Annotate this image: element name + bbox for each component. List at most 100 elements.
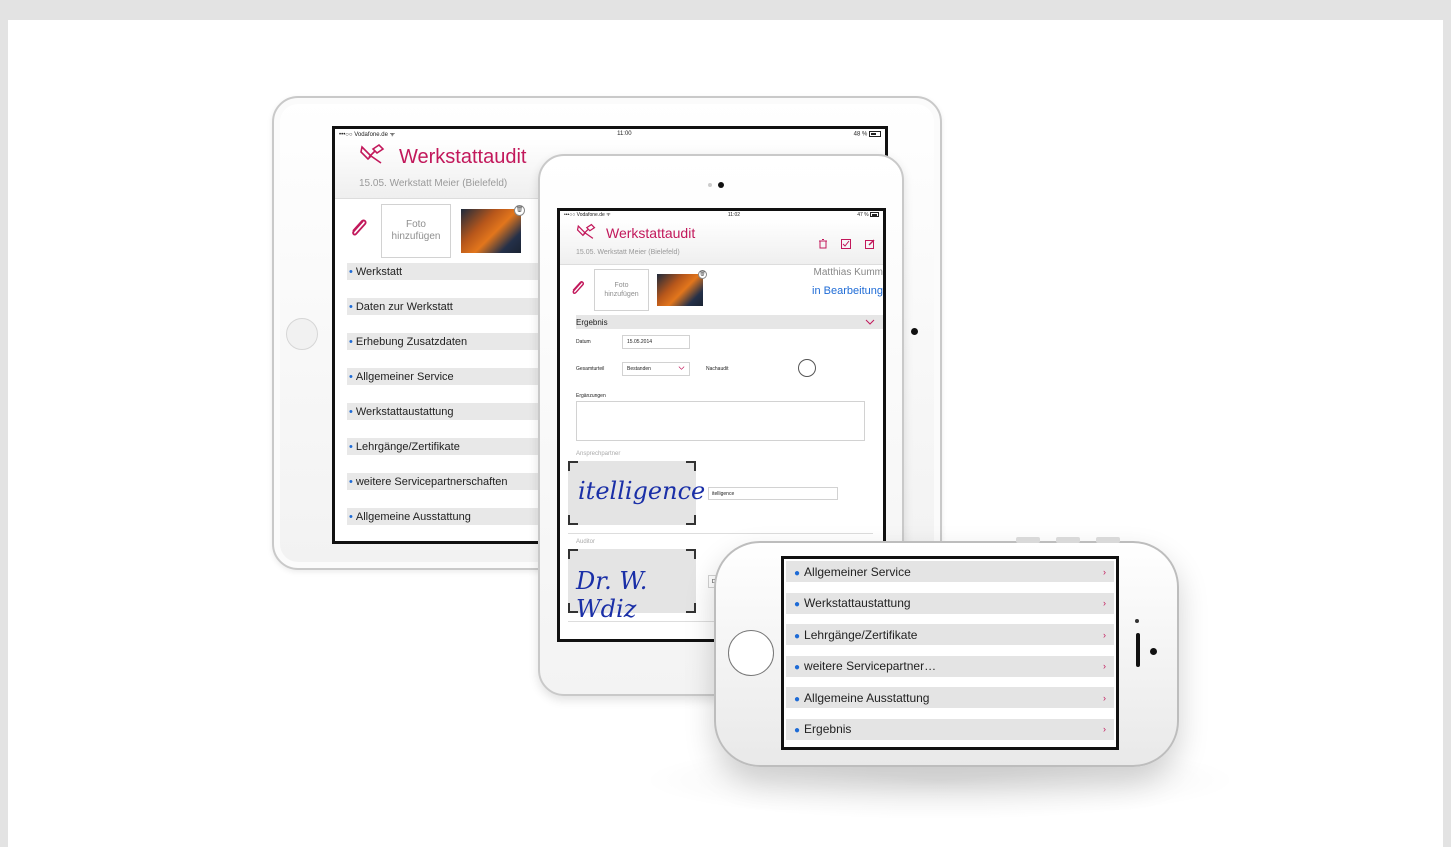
trash-icon[interactable]: 🗑 <box>698 270 707 279</box>
tool-icon <box>359 143 385 171</box>
bullet-icon: ● <box>794 725 801 736</box>
auditor-label: Auditor <box>576 539 596 545</box>
phone-item-text: ● weitere Servicepartner… <box>794 659 936 673</box>
frame-top <box>0 0 1451 20</box>
battery-icon <box>869 130 881 137</box>
status-carrier: •••○○ Vodafone.de ᯤ <box>339 132 396 138</box>
phone-item-label: Lehrgänge/Zertifikate <box>804 627 918 642</box>
chevron-right-icon: › <box>1103 692 1106 703</box>
nachaudit-label: Nachaudit <box>706 366 729 372</box>
gesamturteil-value: Bestanden <box>627 366 651 372</box>
bullet-icon: ● <box>794 630 801 642</box>
page-title: Werkstattaudit <box>606 225 696 241</box>
frame-left <box>0 0 8 847</box>
paperclip-icon[interactable] <box>570 279 586 302</box>
chevron-down-icon <box>865 318 875 327</box>
datum-input[interactable]: 15.05.2014 <box>622 335 690 349</box>
power-button <box>1096 537 1120 543</box>
nav-item-label: Allgemeiner Service <box>355 370 454 383</box>
tool-icon <box>576 223 596 243</box>
phone-item-ergebnis[interactable]: ● Ergebnis › <box>786 718 1114 740</box>
photo-thumbnail[interactable]: 🗑 <box>657 270 707 306</box>
phone-item-allgemeine[interactable]: ● Allgemeine Ausstattung › <box>786 687 1114 708</box>
status-carrier: •••○○ Vodafone.de ᯤ <box>564 212 611 218</box>
bullet-icon: • <box>349 300 353 313</box>
bullet-icon: • <box>349 405 353 418</box>
trash-icon[interactable]: 🗑 <box>514 205 525 216</box>
user-name: Matthias Kumm <box>813 267 883 278</box>
phone-item-text: ● Lehrgänge/Zertifikate <box>794 628 917 642</box>
iphone-speaker <box>1136 633 1140 667</box>
phone-item-service[interactable]: ● Allgemeiner Service › <box>786 561 1114 582</box>
battery-icon <box>869 212 879 218</box>
section-ergebnis[interactable]: Ergebnis <box>576 315 883 329</box>
chevron-right-icon: › <box>1103 629 1106 640</box>
phone-item-lehrgaenge[interactable]: ● Lehrgänge/Zertifikate › <box>786 624 1114 645</box>
status-text[interactable]: in Bearbeitung <box>812 285 883 297</box>
battery-percent: 47 % <box>857 212 869 218</box>
corner-mark <box>568 515 578 525</box>
auditor-signature: Dr. W. Wdiz <box>576 567 648 623</box>
trash-icon[interactable] <box>819 239 827 252</box>
status-time: 11:00 <box>617 131 632 137</box>
auditor-signature-pad[interactable]: Dr. W. Wdiz <box>568 549 696 623</box>
bullet-icon: • <box>349 265 353 278</box>
corner-mark <box>568 549 578 559</box>
section-title: Ergebnis <box>576 317 608 327</box>
chevron-right-icon: › <box>1103 566 1106 577</box>
status-battery: 48 % <box>854 130 881 137</box>
corner-mark <box>686 549 696 559</box>
ergaenzungen-textarea[interactable] <box>576 401 865 441</box>
bullet-icon: ● <box>794 693 801 705</box>
status-battery: 47 % <box>857 212 879 218</box>
phone-item-label: Allgemeiner Service <box>804 564 911 579</box>
corner-mark <box>568 461 578 471</box>
phone-item-text: ● Allgemeiner Service <box>794 565 911 579</box>
chevron-right-icon: › <box>1103 661 1106 671</box>
bullet-icon: • <box>349 440 353 453</box>
chevron-down-icon <box>678 366 685 372</box>
chevron-right-icon: › <box>1103 598 1106 608</box>
iphone-screen: ● Allgemeiner Service › ● Werkstattaustattu… <box>781 556 1119 750</box>
ipad-large-home-button[interactable] <box>286 318 318 350</box>
phone-item-label: Werkstattaustattung <box>804 596 911 610</box>
ipad-small-sensor <box>708 183 712 187</box>
volume-button <box>1056 537 1080 543</box>
iphone-sensor <box>1135 619 1139 623</box>
edit-icon[interactable] <box>865 239 875 252</box>
attachment-row: Foto hinzufügen 🗑 Matthias Kumm in Bearb… <box>560 265 883 315</box>
nav-item-label: Lehrgänge/Zertifikate <box>355 440 460 453</box>
ipad-small-camera <box>718 182 724 188</box>
nachaudit-radio[interactable] <box>798 359 816 377</box>
volume-button <box>1016 537 1040 543</box>
status-bar: •••○○ Vodafone.de ᯤ 11:00 48 % <box>335 129 885 139</box>
add-photo-button[interactable]: Foto hinzufügen <box>381 204 451 258</box>
phone-item-text: ● Werkstattaustattung <box>794 596 911 610</box>
photo-thumbnail[interactable]: 🗑 <box>461 205 525 253</box>
bullet-icon: ● <box>794 599 801 610</box>
phone-item-ausstattung[interactable]: ● Werkstattaustattung › <box>786 592 1114 614</box>
checkbox-icon[interactable] <box>841 239 851 252</box>
status-time: 11:02 <box>727 212 741 218</box>
nav-item-label: Erhebung Zusatzdaten <box>355 335 468 348</box>
bullet-icon: • <box>349 335 353 348</box>
page-title: Werkstattaudit <box>399 145 527 168</box>
gesamturteil-label: Gesamturteil <box>576 366 605 372</box>
ansprechpartner-name-input[interactable]: itelligence <box>708 487 838 500</box>
phone-item-label: Allgemeine Ausstattung <box>804 690 930 705</box>
phone-item-servicepartner[interactable]: ● weitere Servicepartner… › <box>786 655 1114 677</box>
ansprechpartner-label: Ansprechpartner <box>576 451 621 457</box>
ansprechpartner-signature-pad[interactable]: itelligence <box>568 461 705 525</box>
phone-item-label: weitere Servicepartner… <box>804 659 937 673</box>
gesamturteil-select[interactable]: Bestanden <box>622 362 690 376</box>
iphone-home-button[interactable] <box>728 630 774 676</box>
bullet-icon: ● <box>794 567 801 579</box>
paperclip-icon[interactable] <box>349 217 369 245</box>
nav-item-label: Werkstatt <box>355 265 403 278</box>
corner-mark <box>686 515 696 525</box>
datum-label: Datum <box>576 339 591 345</box>
bullet-icon: • <box>349 370 353 383</box>
add-photo-button[interactable]: Foto hinzufügen <box>594 269 649 311</box>
header-actions <box>819 239 875 252</box>
divider <box>568 533 873 534</box>
